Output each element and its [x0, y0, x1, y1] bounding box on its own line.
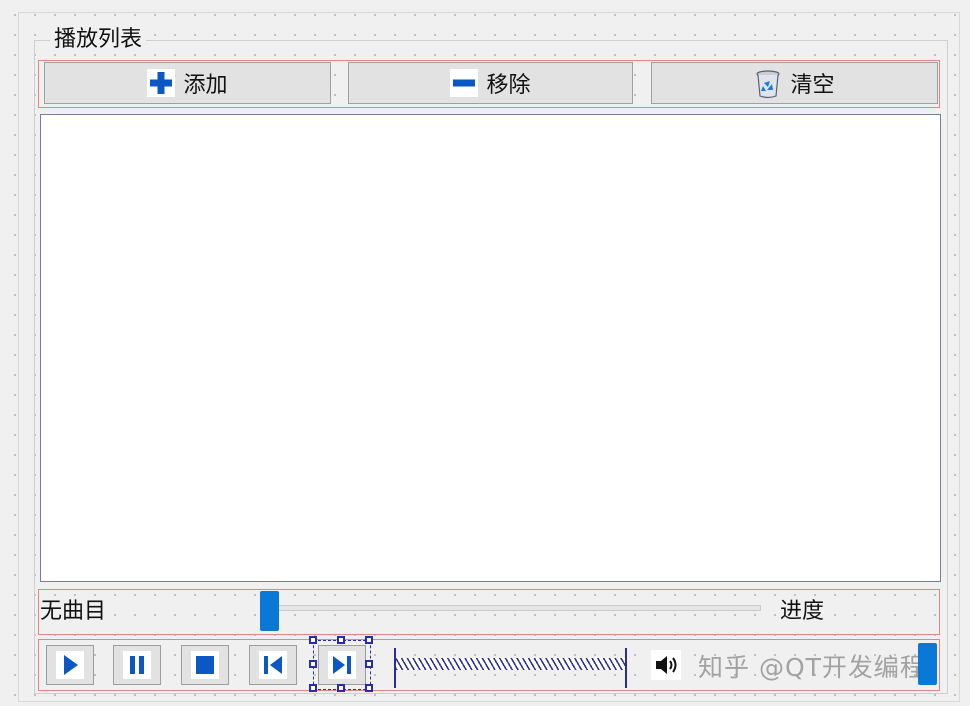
selection-handle[interactable] [309, 684, 317, 692]
playlist-title: 播放列表 [50, 26, 147, 54]
designer-selection-frame [313, 640, 371, 690]
selection-handle[interactable] [365, 636, 373, 644]
play-button[interactable] [46, 645, 94, 685]
playlist-list[interactable] [40, 114, 941, 582]
selection-handle[interactable] [309, 660, 317, 668]
clear-button-label: 清空 [790, 73, 835, 98]
volume-button[interactable] [648, 648, 684, 682]
recycle-bin-icon [754, 69, 782, 99]
skip-previous-icon [259, 651, 287, 679]
progress-slider[interactable] [262, 605, 761, 611]
previous-button[interactable] [249, 645, 297, 685]
stop-icon [191, 651, 219, 679]
minus-icon [450, 69, 479, 97]
selection-handle[interactable] [309, 636, 317, 644]
clear-button[interactable]: 清空 [651, 62, 938, 104]
selection-handle[interactable] [337, 684, 345, 692]
current-track-label: 无曲目 [40, 598, 107, 626]
progress-label: 进度 [780, 598, 825, 626]
selection-handle[interactable] [365, 660, 373, 668]
volume-slider-handle[interactable] [918, 643, 937, 685]
add-button[interactable]: 添加 [44, 62, 331, 104]
selection-handle[interactable] [365, 684, 373, 692]
pause-icon [123, 651, 151, 679]
selection-handle[interactable] [337, 636, 345, 644]
remove-button[interactable]: 移除 [348, 62, 633, 104]
volume-slider-end [625, 648, 627, 688]
progress-slider-handle[interactable] [260, 591, 279, 631]
plus-icon [147, 69, 176, 97]
volume-slider[interactable] [396, 658, 626, 670]
play-icon [56, 651, 84, 679]
add-button-label: 添加 [183, 73, 228, 98]
remove-button-label: 移除 [486, 73, 531, 98]
stop-button[interactable] [181, 645, 229, 685]
speaker-icon [651, 650, 681, 680]
watermark: 知乎 @QT开发编程 [698, 653, 926, 682]
pause-button[interactable] [113, 645, 161, 685]
